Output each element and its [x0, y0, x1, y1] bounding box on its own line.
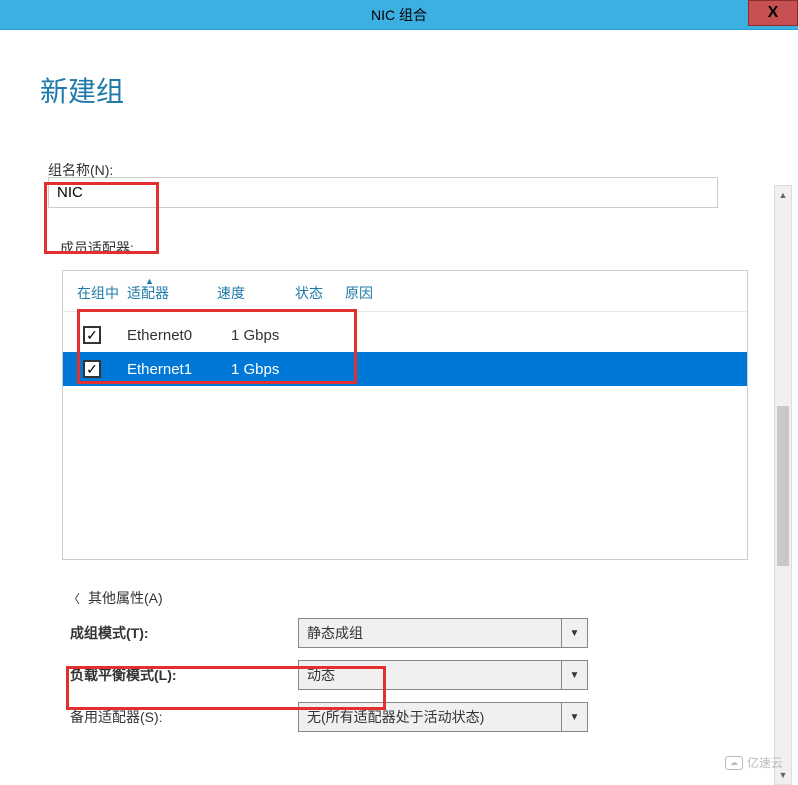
adapter-name: Ethernet0 [127, 327, 231, 344]
sort-up-icon: ▲ [145, 276, 154, 286]
watermark: ☁ 亿速云 [725, 754, 783, 771]
list-row[interactable]: ✓ Ethernet0 1 Gbps [63, 318, 747, 352]
standby-value: 无(所有适配器处于活动状态) [307, 707, 484, 727]
col-speed[interactable]: 速度 [217, 283, 295, 303]
window-title: NIC 组合 [371, 5, 427, 25]
adapter-checkbox[interactable]: ✓ [83, 360, 101, 378]
group-name-input[interactable] [48, 177, 718, 208]
col-status[interactable]: 状态 [295, 283, 345, 303]
watermark-text: 亿速云 [747, 754, 783, 771]
list-header: 在组中 ▲ 适配器 速度 状态 原因 [63, 279, 747, 312]
teaming-mode-value: 静态成组 [307, 623, 363, 643]
col-adapter-text: 适配器 [127, 285, 169, 301]
page-title: 新建组 [40, 70, 768, 110]
scroll-thumb[interactable] [777, 406, 789, 566]
list-body: ✓ Ethernet0 1 Gbps ✓ Ethernet1 1 Gbps [63, 312, 747, 386]
content-area: 新建组 组名称(N): 成员适配器: 在组中 ▲ 适配器 速度 状态 原因 [0, 30, 798, 779]
standby-row: 备用适配器(S): 无(所有适配器处于活动状态) ▼ [68, 702, 768, 732]
list-row[interactable]: ✓ Ethernet1 1 Gbps [63, 352, 747, 386]
col-adapter[interactable]: ▲ 适配器 [127, 283, 217, 303]
lb-mode-value: 动态 [307, 665, 335, 685]
checkbox-cell: ✓ [71, 360, 127, 378]
other-properties: 〈 其他属性(A) 成组模式(T): 静态成组 ▼ 负载平衡模式(L): 动态 … [68, 588, 768, 732]
member-adapters-label: 成员适配器: [60, 238, 768, 258]
other-props-label: 其他属性(A) [88, 588, 163, 608]
group-name-label-wrap: 组名称(N): [48, 160, 768, 180]
cloud-icon: ☁ [725, 756, 743, 770]
adapter-name: Ethernet1 [127, 361, 231, 378]
lb-mode-dropdown[interactable]: 动态 ▼ [298, 660, 588, 690]
col-reason[interactable]: 原因 [345, 283, 405, 303]
group-name-input-wrap [48, 177, 768, 208]
chevron-down-icon: ▼ [561, 703, 587, 731]
adapter-list: 在组中 ▲ 适配器 速度 状态 原因 ✓ Ethernet0 1 Gbps [62, 270, 748, 560]
checkbox-cell: ✓ [71, 326, 127, 344]
adapter-speed: 1 Gbps [231, 361, 311, 378]
lb-mode-label: 负载平衡模式(L): [68, 665, 298, 685]
chevron-up-icon: 〈 [68, 590, 80, 607]
other-props-toggle[interactable]: 〈 其他属性(A) [68, 588, 768, 608]
teaming-mode-label: 成组模式(T): [68, 623, 298, 643]
vertical-scrollbar[interactable]: ▲ ▼ [774, 185, 792, 785]
teaming-mode-row: 成组模式(T): 静态成组 ▼ [68, 618, 768, 648]
standby-label: 备用适配器(S): [68, 707, 298, 727]
adapter-speed: 1 Gbps [231, 327, 311, 344]
scroll-up-button[interactable]: ▲ [775, 186, 791, 204]
lb-mode-row: 负载平衡模式(L): 动态 ▼ [68, 660, 768, 690]
close-button[interactable]: X [748, 0, 798, 26]
title-bar: NIC 组合 X [0, 0, 798, 30]
group-name-label: 组名称(N): [48, 162, 113, 178]
standby-dropdown[interactable]: 无(所有适配器处于活动状态) ▼ [298, 702, 588, 732]
chevron-down-icon: ▼ [561, 661, 587, 689]
col-in-group[interactable]: 在组中 [71, 283, 127, 303]
dialog-window: NIC 组合 X 新建组 组名称(N): 成员适配器: 在组中 ▲ 适配器 速度… [0, 0, 798, 779]
adapter-checkbox[interactable]: ✓ [83, 326, 101, 344]
chevron-down-icon: ▼ [561, 619, 587, 647]
close-icon: X [768, 4, 779, 22]
teaming-mode-dropdown[interactable]: 静态成组 ▼ [298, 618, 588, 648]
